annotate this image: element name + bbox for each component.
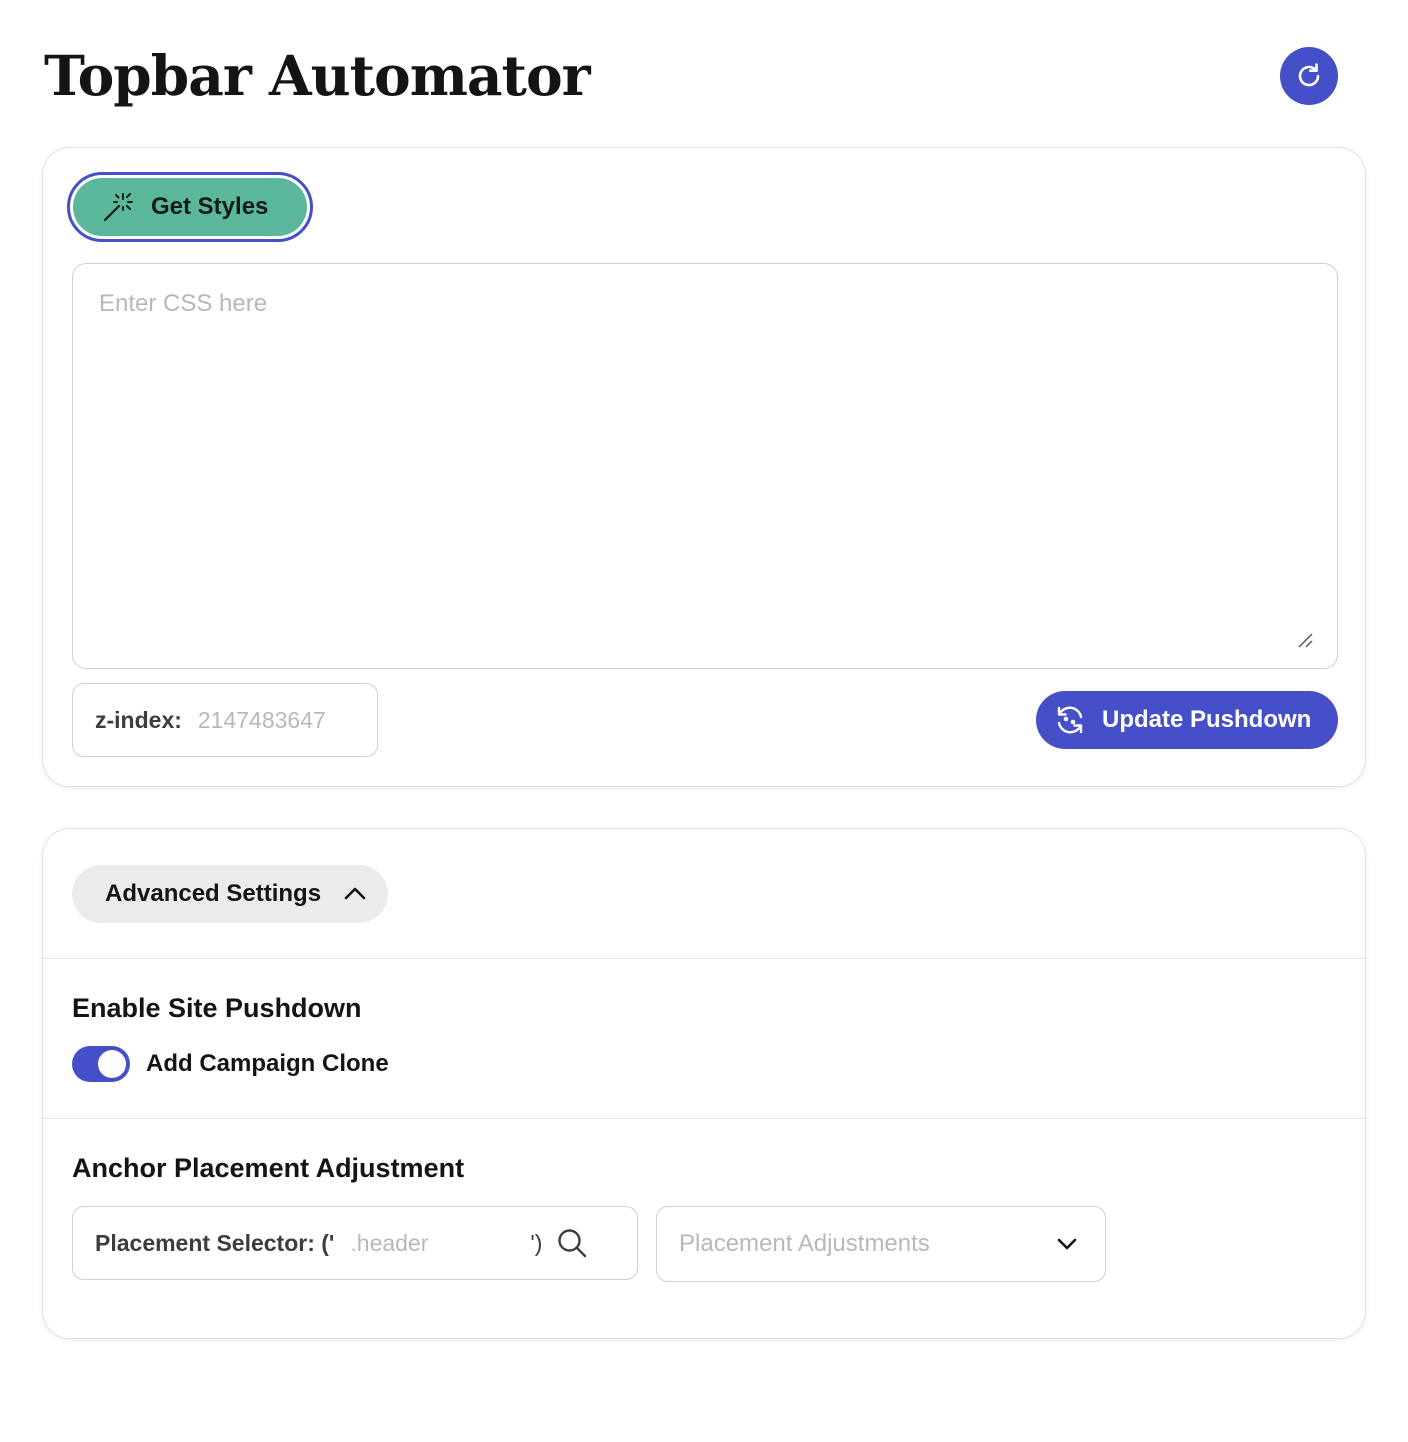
advanced-settings-label: Advanced Settings — [105, 880, 322, 907]
search-button[interactable] — [556, 1227, 588, 1259]
placement-adjustments-select[interactable]: Placement Adjustments — [656, 1206, 1106, 1282]
advanced-settings-card: Advanced Settings Enable Site Pushdown A… — [42, 828, 1366, 1339]
update-pushdown-label: Update Pushdown — [1102, 706, 1312, 733]
page-title: Topbar Automator — [44, 43, 591, 108]
section-divider — [43, 1118, 1365, 1119]
magic-wand-icon — [103, 193, 133, 222]
refresh-icon — [1298, 63, 1320, 87]
css-input[interactable] — [72, 263, 1338, 669]
campaign-clone-row: Add Campaign Clone — [72, 1046, 389, 1082]
chevron-up-icon — [344, 887, 366, 900]
zindex-field[interactable]: z-index: — [72, 683, 378, 757]
zindex-input[interactable] — [197, 706, 348, 734]
placement-selector-prefix: Placement Selector: (' — [95, 1229, 335, 1256]
styles-card: Get Styles z-index: Update Pushdown — [42, 147, 1366, 787]
get-styles-button[interactable]: Get Styles — [67, 172, 313, 242]
resize-handle-icon[interactable] — [1297, 632, 1315, 650]
campaign-clone-switch[interactable] — [72, 1046, 130, 1082]
search-icon — [558, 1229, 587, 1258]
site-pushdown-heading: Enable Site Pushdown — [72, 993, 362, 1023]
update-pushdown-button[interactable]: Update Pushdown — [1036, 691, 1338, 749]
sync-icon — [1057, 706, 1083, 734]
switch-knob — [98, 1050, 126, 1078]
get-styles-button-inner[interactable]: Get Styles — [73, 178, 307, 236]
advanced-settings-toggle[interactable]: Advanced Settings — [72, 865, 388, 923]
zindex-label: z-index: — [95, 706, 182, 733]
section-divider — [43, 958, 1365, 959]
placement-selector-field[interactable]: Placement Selector: (' ') — [72, 1206, 638, 1280]
get-styles-label: Get Styles — [151, 193, 269, 220]
topbar-automator-page: Topbar Automator Get Styles Enter CSS he… — [0, 0, 1408, 1442]
placement-adjustments-placeholder: Placement Adjustments — [679, 1230, 930, 1257]
campaign-clone-label: Add Campaign Clone — [146, 1050, 389, 1077]
chevron-down-icon — [1057, 1238, 1077, 1250]
placement-selector-input[interactable] — [350, 1229, 527, 1257]
refresh-button[interactable] — [1280, 47, 1338, 105]
placement-selector-suffix: ') — [530, 1229, 543, 1256]
anchor-placement-heading: Anchor Placement Adjustment — [72, 1153, 465, 1183]
